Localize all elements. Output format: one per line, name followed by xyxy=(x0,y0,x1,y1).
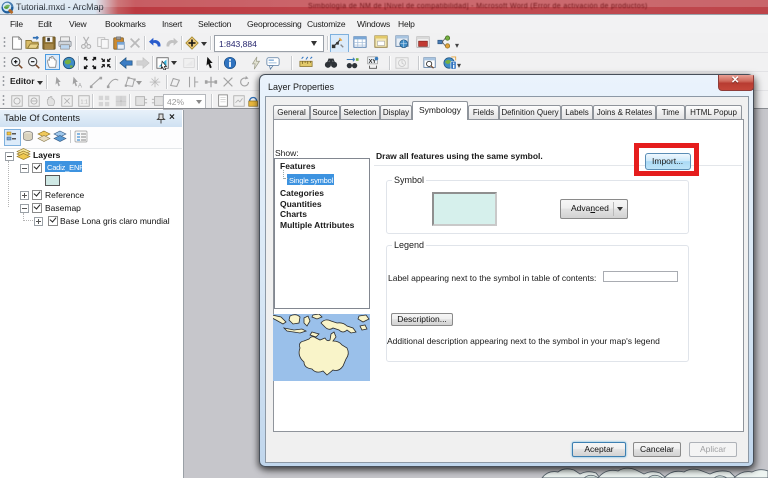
svg-text:1:1: 1:1 xyxy=(81,100,88,106)
svg-text:A: A xyxy=(78,82,83,89)
svg-text:XY: XY xyxy=(369,59,377,65)
